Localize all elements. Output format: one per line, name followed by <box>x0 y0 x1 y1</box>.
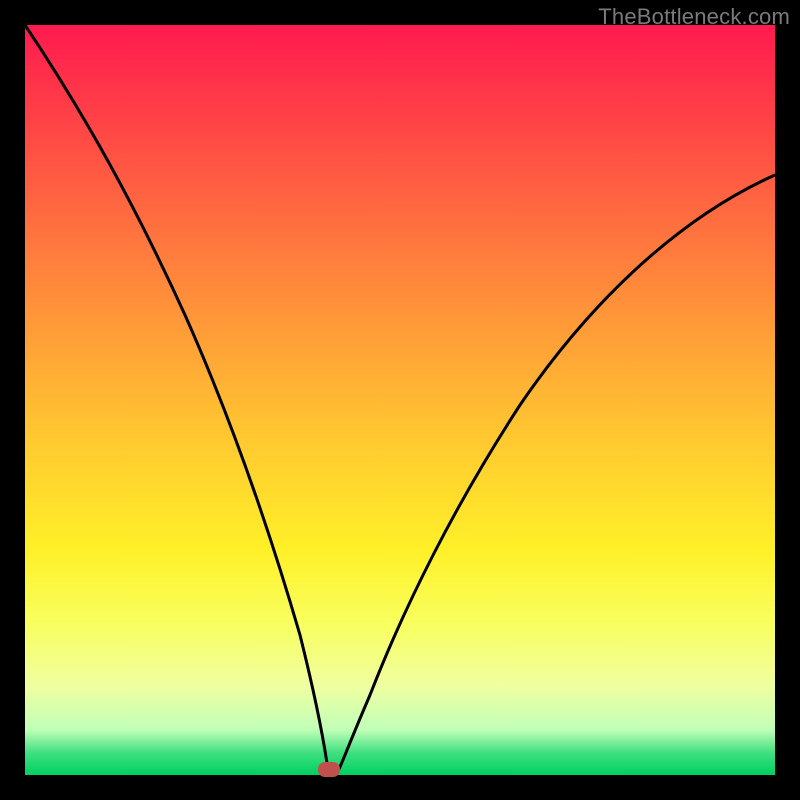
optimal-point-marker <box>318 762 340 777</box>
bottleneck-curve <box>25 25 775 775</box>
curve-path <box>25 25 775 769</box>
